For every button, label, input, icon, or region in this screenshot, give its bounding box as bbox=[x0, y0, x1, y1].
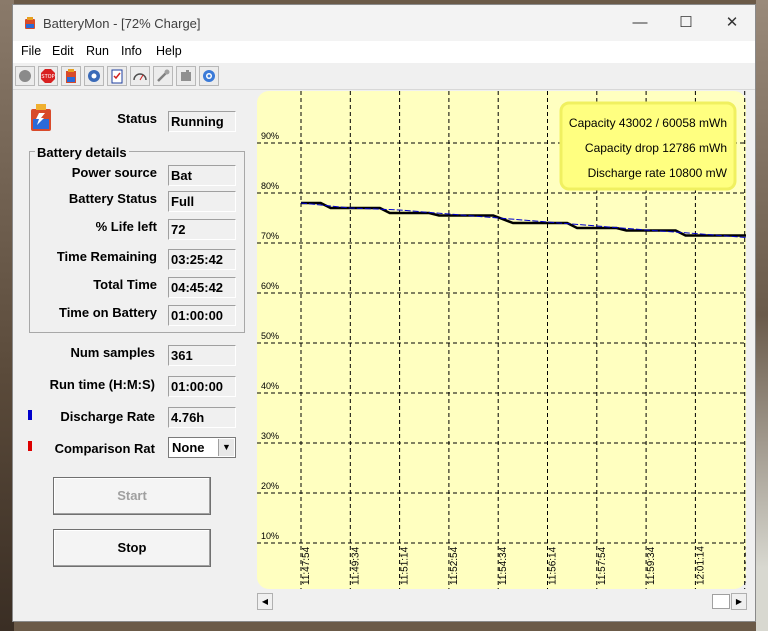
battery-chart: 90% 80% 70% 60% 50% 40% 30% 20% 10% 11:47:54 11:4… bbox=[257, 91, 746, 589]
power-source-value: Bat bbox=[168, 165, 236, 186]
chevron-down-icon[interactable]: ▼ bbox=[218, 439, 234, 456]
battery-status-value: Full bbox=[168, 191, 236, 212]
time-remaining-label: Time Remaining bbox=[56, 249, 157, 264]
menu-bar: File Edit Run Info Help bbox=[13, 41, 755, 63]
scroll-right-arrow-icon[interactable]: ▶ bbox=[731, 593, 747, 610]
time-on-battery-value: 01:00:00 bbox=[168, 305, 236, 326]
x-tick-label: 12:01:14 bbox=[695, 546, 706, 585]
capacity-drop-text: Capacity drop 12786 mWh bbox=[585, 141, 727, 155]
battery-logo-icon bbox=[31, 104, 51, 131]
stop-button[interactable]: Stop bbox=[53, 529, 211, 567]
scroll-left-arrow-icon[interactable]: ◀ bbox=[257, 593, 273, 610]
x-tick-label: 11:52:54 bbox=[449, 546, 460, 585]
maximize-button[interactable]: ☐ bbox=[663, 5, 709, 41]
y-tick-label: 10% bbox=[261, 531, 279, 541]
battery-icon[interactable] bbox=[61, 66, 81, 86]
minimize-button[interactable]: — bbox=[617, 5, 663, 41]
comparison-color-swatch bbox=[28, 441, 32, 451]
window-title: BatteryMon - [72% Charge] bbox=[43, 16, 201, 31]
menu-info[interactable]: Info bbox=[121, 44, 142, 58]
scrollbar-thumb[interactable] bbox=[712, 594, 730, 609]
power-source-label: Power source bbox=[71, 165, 157, 180]
x-tick-label: 11:54:34 bbox=[498, 546, 509, 585]
batterymon-window: BatteryMon - [72% Charge] — ☐ ✕ File Edi… bbox=[12, 4, 756, 622]
discharge-color-swatch bbox=[28, 410, 32, 420]
gear-icon[interactable] bbox=[84, 66, 104, 86]
discharge-rate-label: Discharge Rate bbox=[60, 409, 155, 424]
puzzle-icon[interactable] bbox=[176, 66, 196, 86]
title-bar[interactable]: BatteryMon - [72% Charge] — ☐ ✕ bbox=[13, 5, 755, 41]
svg-text:STOP: STOP bbox=[41, 74, 54, 80]
tools-icon[interactable] bbox=[153, 66, 173, 86]
menu-file[interactable]: File bbox=[21, 44, 41, 58]
menu-edit[interactable]: Edit bbox=[52, 44, 74, 58]
time-on-battery-label: Time on Battery bbox=[58, 305, 157, 320]
comparison-rate-label: Comparison Rat bbox=[54, 441, 155, 456]
menu-run[interactable]: Run bbox=[86, 44, 109, 58]
stop-icon[interactable]: STOP bbox=[38, 66, 58, 86]
horizontal-scrollbar[interactable]: ◀ ▶ bbox=[257, 593, 747, 610]
gauge-icon[interactable] bbox=[130, 66, 150, 86]
y-tick-label: 40% bbox=[261, 381, 279, 391]
close-button[interactable]: ✕ bbox=[709, 5, 755, 41]
capacity-text: Capacity 43002 / 60058 mWh bbox=[569, 116, 727, 130]
y-tick-label: 60% bbox=[261, 281, 279, 291]
battery-app-icon bbox=[25, 17, 35, 29]
x-tick-label: 11:57:54 bbox=[597, 546, 608, 585]
status-value: Running bbox=[168, 111, 236, 132]
run-time-value: 01:00:00 bbox=[168, 376, 236, 397]
desktop-background-right bbox=[756, 0, 768, 631]
menu-help[interactable]: Help bbox=[156, 44, 182, 58]
x-tick-label: 12:02:54 bbox=[745, 546, 746, 585]
discharge-rate-value: 4.76h bbox=[168, 407, 236, 428]
comparison-select-value: None bbox=[172, 440, 205, 455]
life-left-value: 72 bbox=[168, 219, 236, 240]
help-icon[interactable] bbox=[199, 66, 219, 86]
comparison-label-clip: Comparison Rat bbox=[33, 441, 155, 457]
num-samples-value: 361 bbox=[168, 345, 236, 366]
y-tick-label: 50% bbox=[261, 331, 279, 341]
life-left-label: % Life left bbox=[95, 219, 157, 234]
run-time-label: Run time (H:M:S) bbox=[49, 377, 155, 392]
battery-status-label: Battery Status bbox=[68, 191, 157, 206]
status-label: Status bbox=[117, 111, 157, 126]
total-time-label: Total Time bbox=[93, 277, 157, 292]
checklist-icon[interactable] bbox=[107, 66, 127, 86]
battery-details-title: Battery details bbox=[35, 145, 129, 160]
toolbar: STOP bbox=[13, 63, 755, 90]
discharge-rate-text: Discharge rate 10800 mW bbox=[588, 166, 728, 180]
y-tick-label: 80% bbox=[261, 181, 279, 191]
start-button[interactable]: Start bbox=[53, 477, 211, 515]
y-tick-label: 70% bbox=[261, 231, 279, 241]
y-tick-label: 30% bbox=[261, 431, 279, 441]
y-tick-label: 90% bbox=[261, 131, 279, 141]
total-time-value: 04:45:42 bbox=[168, 277, 236, 298]
record-icon[interactable] bbox=[15, 66, 35, 86]
x-tick-label: 11:47:54 bbox=[301, 546, 312, 585]
comparison-select[interactable]: None ▼ bbox=[168, 437, 236, 458]
x-tick-label: 11:51:14 bbox=[400, 546, 411, 585]
y-tick-label: 20% bbox=[261, 481, 279, 491]
x-tick-label: 11:49:34 bbox=[350, 546, 361, 585]
time-remaining-value: 03:25:42 bbox=[168, 249, 236, 270]
x-tick-label: 11:56:14 bbox=[548, 546, 559, 585]
x-tick-label: 11:59:34 bbox=[646, 546, 657, 585]
num-samples-label: Num samples bbox=[70, 345, 155, 360]
